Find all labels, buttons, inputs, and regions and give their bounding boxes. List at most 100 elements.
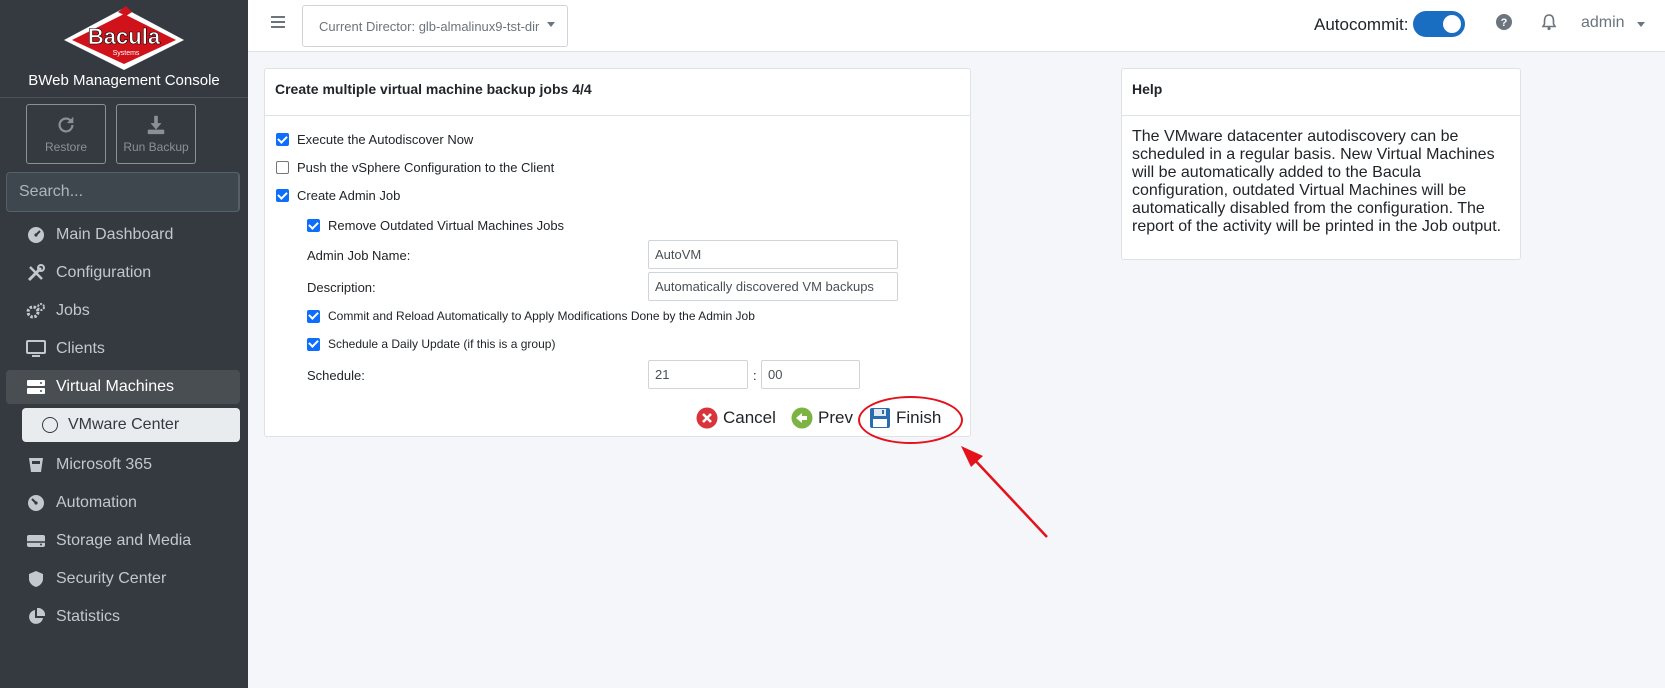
- create-admin-job-label: Create Admin Job: [297, 188, 401, 203]
- toggle-knob: [1443, 15, 1461, 33]
- download-icon: [147, 115, 165, 135]
- quick-actions: Restore Run Backup: [26, 104, 196, 164]
- menu-icon[interactable]: [270, 14, 286, 30]
- admin-job-name-input[interactable]: [648, 240, 898, 269]
- schedule-minute-input[interactable]: [761, 360, 860, 389]
- commit-reload-label: Commit and Reload Automatically to Apply…: [328, 309, 755, 323]
- svg-text:Systems: Systems: [113, 50, 140, 57]
- sidebar-search: [6, 172, 240, 212]
- schedule-daily-label: Schedule a Daily Update (if this is a gr…: [328, 337, 556, 351]
- tools-icon: [26, 264, 46, 282]
- chevron-down-icon: [547, 21, 556, 27]
- push-vsphere-checkbox[interactable]: [276, 161, 289, 174]
- chevron-down-icon: [1637, 22, 1646, 27]
- wizard-title: Create multiple virtual machine backup j…: [265, 69, 970, 116]
- description-input[interactable]: [648, 272, 898, 301]
- sidebar-item-label: Main Dashboard: [56, 226, 174, 243]
- sidebar-item-label: VMware Center: [68, 416, 180, 433]
- question-circle-icon[interactable]: ?: [1495, 13, 1513, 31]
- sidebar-item-label: Statistics: [56, 608, 121, 625]
- bacula-logo[interactable]: Bacula Systems: [62, 6, 186, 72]
- prev-button[interactable]: Prev: [791, 407, 853, 429]
- run-backup-label: Run Backup: [123, 140, 189, 154]
- sidebar-item-label: Automation: [56, 494, 137, 511]
- cogs-icon: [26, 302, 46, 320]
- highlight-ellipse: [858, 396, 963, 444]
- sidebar-item-label: Storage and Media: [56, 532, 192, 549]
- execute-autodiscover-checkbox[interactable]: [276, 133, 289, 146]
- sidebar-item-jobs[interactable]: Jobs: [6, 294, 240, 328]
- schedule-label: Schedule:: [307, 368, 365, 383]
- sidebar-nav: Main Dashboard Configuration Jobs Client…: [6, 218, 240, 638]
- sidebar-item-storage-and-media[interactable]: Storage and Media: [6, 524, 240, 558]
- circle-icon: [42, 417, 58, 433]
- run-backup-button[interactable]: Run Backup: [116, 104, 196, 164]
- sidebar-item-clients[interactable]: Clients: [6, 332, 240, 366]
- help-title: Help: [1122, 69, 1520, 116]
- schedule-daily-checkbox[interactable]: [307, 337, 320, 351]
- execute-autodiscover-option[interactable]: Execute the Autodiscover Now: [276, 132, 473, 147]
- sidebar-item-statistics[interactable]: Statistics: [6, 600, 240, 634]
- sidebar-item-vmware-center[interactable]: VMware Center: [22, 408, 240, 442]
- schedule-separator: :: [753, 368, 757, 383]
- prev-label: Prev: [818, 408, 853, 427]
- director-select[interactable]: Current Director: glb-almalinux9-tst-dir: [302, 5, 568, 47]
- sidebar-item-security-center[interactable]: Security Center: [6, 562, 240, 596]
- sidebar-item-virtual-machines[interactable]: Virtual Machines: [6, 370, 240, 404]
- dashboard-icon: [26, 226, 46, 244]
- sidebar-item-label: Microsoft 365: [56, 456, 153, 473]
- help-card: Help The VMware datacenter autodiscovery…: [1121, 68, 1521, 260]
- restore-label: Restore: [44, 140, 88, 154]
- help-text: The VMware datacenter autodiscovery can …: [1132, 128, 1502, 235]
- shield-icon: [26, 570, 46, 588]
- admin-job-name-label: Admin Job Name:: [307, 248, 411, 263]
- server-icon: [26, 378, 46, 396]
- sidebar-item-automation[interactable]: Automation: [6, 486, 240, 520]
- sidebar: Bacula Systems BWeb Management Console R…: [0, 0, 248, 688]
- autocommit-label: Autocommit:: [1314, 15, 1409, 34]
- brand-title: BWeb Management Console: [28, 72, 220, 89]
- sidebar-item-label: Security Center: [56, 570, 167, 587]
- user-name: admin: [1581, 14, 1625, 31]
- bucket-icon: [26, 456, 46, 474]
- execute-autodiscover-label: Execute the Autodiscover Now: [297, 132, 474, 147]
- brand: Bacula Systems BWeb Management Console: [0, 0, 248, 98]
- sidebar-item-label: Jobs: [56, 302, 90, 319]
- sidebar-item-main-dashboard[interactable]: Main Dashboard: [6, 218, 240, 252]
- create-admin-job-checkbox[interactable]: [276, 189, 289, 202]
- restore-icon: [58, 116, 74, 133]
- pie-chart-icon: [26, 608, 46, 626]
- commit-reload-option[interactable]: Commit and Reload Automatically to Apply…: [307, 309, 755, 323]
- search-button[interactable]: [238, 173, 240, 211]
- push-vsphere-label: Push the vSphere Configuration to the Cl…: [297, 160, 555, 175]
- hdd-icon: [26, 532, 46, 550]
- create-admin-job-option[interactable]: Create Admin Job: [276, 188, 400, 203]
- svg-text:?: ?: [1501, 17, 1508, 29]
- gauge-icon: [26, 494, 46, 512]
- svg-text:Bacula: Bacula: [88, 24, 161, 49]
- remove-outdated-label: Remove Outdated Virtual Machines Jobs: [328, 218, 565, 233]
- sidebar-item-microsoft-365[interactable]: Microsoft 365: [6, 448, 240, 482]
- user-menu[interactable]: admin: [1581, 14, 1646, 32]
- commit-reload-checkbox[interactable]: [307, 309, 320, 323]
- cancel-button[interactable]: Cancel: [696, 407, 776, 429]
- arrow-left-icon: [791, 407, 813, 429]
- director-label: Current Director: glb-almalinux9-tst-dir: [319, 18, 540, 34]
- top-navbar: Current Director: glb-almalinux9-tst-dir…: [248, 0, 1665, 52]
- remove-outdated-option[interactable]: Remove Outdated Virtual Machines Jobs: [307, 218, 564, 233]
- search-icon: [239, 183, 240, 201]
- sidebar-item-configuration[interactable]: Configuration: [6, 256, 240, 290]
- sidebar-item-label: Clients: [56, 340, 105, 357]
- sidebar-item-label: Configuration: [56, 264, 152, 281]
- remove-outdated-checkbox[interactable]: [307, 219, 320, 232]
- cancel-icon: [696, 407, 718, 429]
- push-vsphere-option[interactable]: Push the vSphere Configuration to the Cl…: [276, 160, 554, 175]
- schedule-daily-option[interactable]: Schedule a Daily Update (if this is a gr…: [307, 337, 555, 351]
- search-input[interactable]: [7, 173, 238, 211]
- sidebar-item-label: Virtual Machines: [56, 378, 174, 395]
- cancel-label: Cancel: [723, 408, 776, 427]
- bell-icon[interactable]: [1541, 13, 1557, 31]
- restore-button[interactable]: Restore: [26, 104, 106, 164]
- autocommit-toggle[interactable]: [1413, 11, 1465, 37]
- schedule-hour-input[interactable]: [648, 360, 748, 389]
